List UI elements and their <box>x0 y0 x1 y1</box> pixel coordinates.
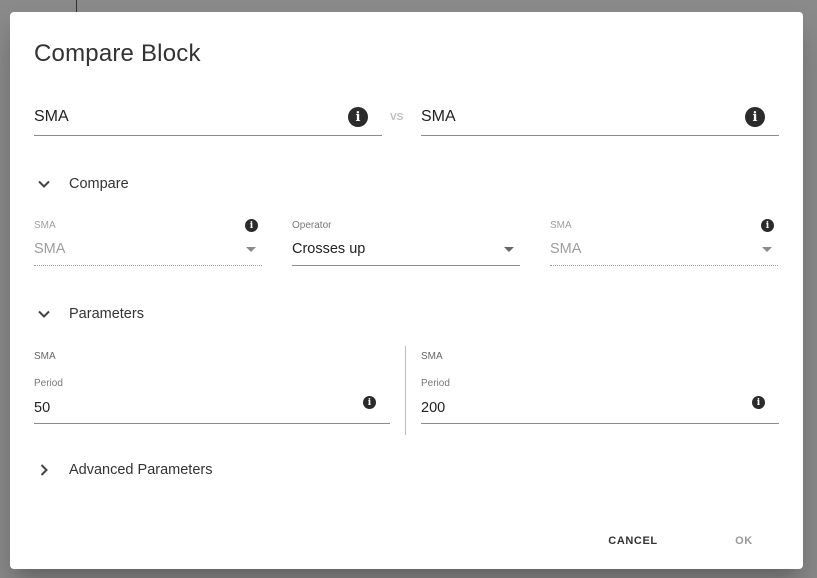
compare-block-dialog: Compare Block SMA i VS SMA i Compare SMA… <box>10 12 803 569</box>
dropdown-arrow-icon <box>504 247 514 252</box>
left-block-field[interactable]: SMA i <box>34 100 382 136</box>
chevron-down-icon <box>34 174 54 194</box>
operator-select-value: Crosses up <box>292 241 366 257</box>
right-period-value: 200 <box>421 400 446 416</box>
right-indicator-select-label: SMA <box>550 220 572 231</box>
right-block-field[interactable]: SMA i <box>421 100 779 136</box>
left-parameters-title: SMA <box>34 351 56 362</box>
info-icon[interactable]: i <box>761 219 774 232</box>
left-period-label: Period <box>34 378 63 389</box>
parameters-section-title: Parameters <box>69 306 144 322</box>
info-icon[interactable]: i <box>245 219 258 232</box>
right-indicator-select-value: SMA <box>550 241 582 257</box>
right-block-value: SMA <box>421 108 456 125</box>
chevron-right-icon <box>34 460 54 480</box>
dropdown-arrow-icon <box>246 247 256 252</box>
info-icon[interactable]: i <box>363 396 376 409</box>
vs-label: VS <box>390 112 404 123</box>
left-indicator-select-label: SMA <box>34 220 56 231</box>
background-window-edge <box>76 0 77 12</box>
dropdown-arrow-icon <box>762 247 772 252</box>
left-indicator-select-value: SMA <box>34 241 66 257</box>
right-indicator-select[interactable]: SMA i SMA <box>550 217 778 266</box>
left-block-value: SMA <box>34 108 69 125</box>
parameters-section-toggle[interactable]: Parameters <box>34 302 144 326</box>
info-icon[interactable]: i <box>752 396 765 409</box>
right-period-label: Period <box>421 378 450 389</box>
advanced-parameters-title: Advanced Parameters <box>69 462 213 478</box>
right-parameters-title: SMA <box>421 351 443 362</box>
left-indicator-select[interactable]: SMA i SMA <box>34 217 262 266</box>
compare-section-title: Compare <box>69 176 129 192</box>
operator-select[interactable]: Operator Crosses up <box>292 217 520 266</box>
left-period-value: 50 <box>34 400 51 416</box>
left-period-input[interactable]: 50 i <box>34 392 390 424</box>
chevron-down-icon <box>34 304 54 324</box>
parameters-divider <box>405 346 406 435</box>
left-parameters-group: SMA Period 50 i <box>34 348 390 424</box>
info-icon[interactable]: i <box>348 107 368 127</box>
cancel-button[interactable]: CANCEL <box>598 528 668 554</box>
operator-select-label: Operator <box>292 220 332 231</box>
right-parameters-group: SMA Period 200 i <box>421 348 779 424</box>
info-icon[interactable]: i <box>745 107 765 127</box>
dialog-title: Compare Block <box>34 40 201 67</box>
compare-section-toggle[interactable]: Compare <box>34 172 129 196</box>
advanced-parameters-toggle[interactable]: Advanced Parameters <box>34 458 212 482</box>
ok-button[interactable]: OK <box>722 528 766 554</box>
right-period-input[interactable]: 200 i <box>421 392 779 424</box>
